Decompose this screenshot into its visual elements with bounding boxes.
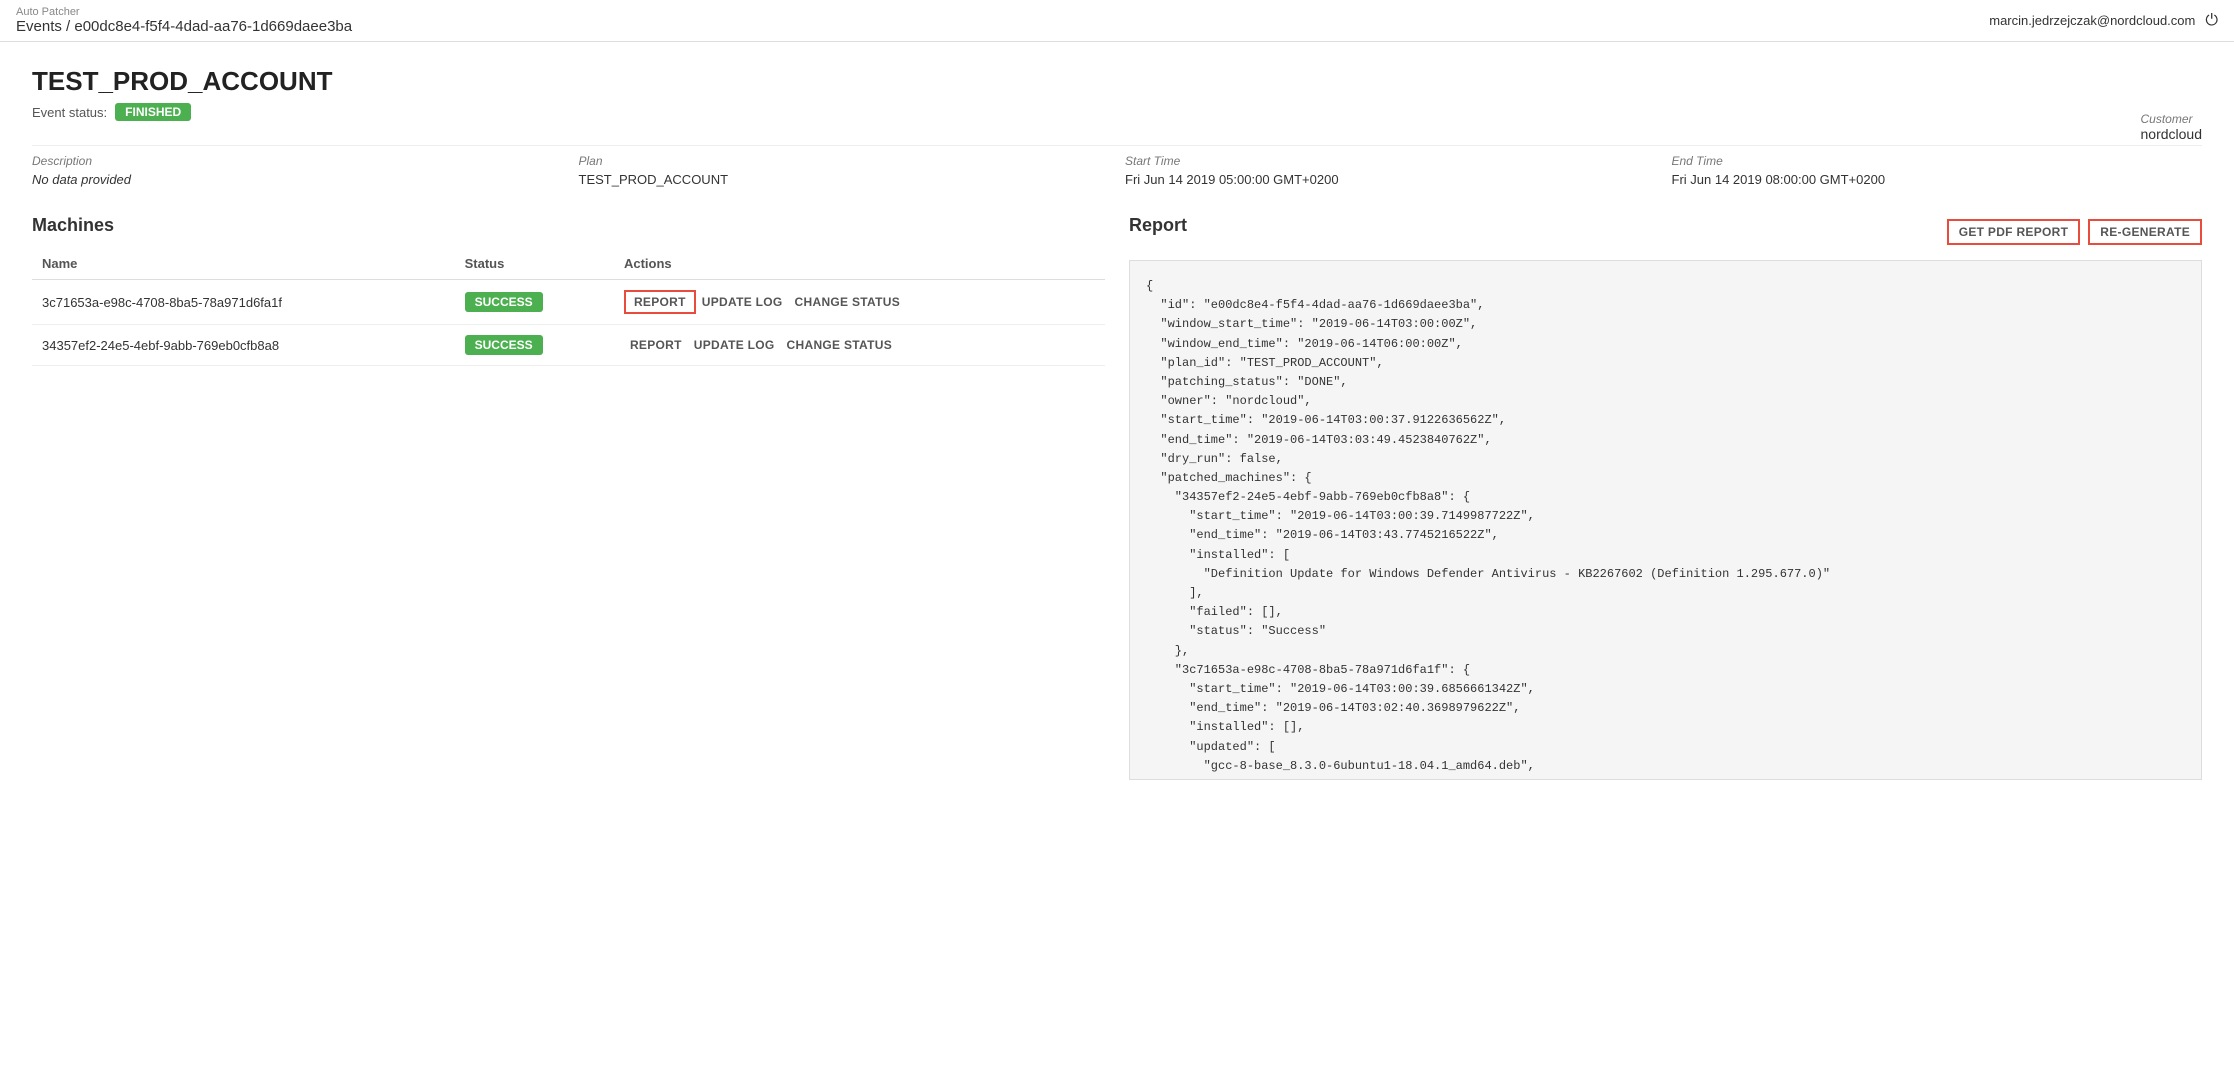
- change-status-button[interactable]: CHANGE STATUS: [781, 335, 898, 355]
- table-row: 34357ef2-24e5-4ebf-9abb-769eb0cfb8a8 SUCC…: [32, 325, 1105, 366]
- machines-table-header: Name Status Actions: [32, 248, 1105, 280]
- col-actions: Actions: [614, 248, 1105, 280]
- update-log-button[interactable]: UPDATE LOG: [696, 292, 789, 312]
- meta-row: Description No data provided Plan TEST_P…: [32, 145, 2202, 187]
- customer-label: Customer: [2141, 112, 2203, 126]
- customer-name: nordcloud: [2141, 126, 2203, 142]
- report-button[interactable]: REPORT: [624, 290, 696, 314]
- re-generate-button[interactable]: RE-GENERATE: [2088, 219, 2202, 245]
- table-row: 3c71653a-e98c-4708-8ba5-78a971d6fa1f SUCC…: [32, 280, 1105, 325]
- report-actions: GET PDF REPORT RE-GENERATE: [1947, 219, 2202, 245]
- start-time-value: Fri Jun 14 2019 05:00:00 GMT+0200: [1125, 172, 1339, 187]
- report-panel-title: Report: [1129, 215, 1187, 236]
- topbar: Auto Patcher Events / e00dc8e4-f5f4-4dad…: [0, 0, 2234, 42]
- machine-name: 34357ef2-24e5-4ebf-9abb-769eb0cfb8a8: [32, 325, 455, 366]
- machine-status: SUCCESS: [455, 280, 614, 325]
- report-header: Report GET PDF REPORT RE-GENERATE: [1129, 215, 2202, 248]
- header-section: TEST_PROD_ACCOUNT Event status: FINISHED: [32, 66, 2202, 121]
- meta-end-time: End Time Fri Jun 14 2019 08:00:00 GMT+02…: [1672, 154, 2203, 187]
- plan-value: TEST_PROD_ACCOUNT: [579, 172, 729, 187]
- change-status-button[interactable]: CHANGE STATUS: [789, 292, 906, 312]
- status-badge: FINISHED: [115, 103, 191, 121]
- report-button[interactable]: REPORT: [624, 335, 688, 355]
- report-code: { "id": "e00dc8e4-f5f4-4dad-aa76-1d669da…: [1129, 260, 2202, 780]
- breadcrumb: Events / e00dc8e4-f5f4-4dad-aa76-1d669da…: [16, 18, 352, 35]
- topbar-right: marcin.jedrzejczak@nordcloud.com ⏻: [1989, 12, 2218, 30]
- machine-actions: REPORTUPDATE LOGCHANGE STATUS: [614, 325, 1105, 366]
- machines-table: Name Status Actions 3c71653a-e98c-4708-8…: [32, 248, 1105, 366]
- meta-plan: Plan TEST_PROD_ACCOUNT: [579, 154, 1110, 187]
- page-title: TEST_PROD_ACCOUNT: [32, 66, 2202, 97]
- machine-name: 3c71653a-e98c-4708-8ba5-78a971d6fa1f: [32, 280, 455, 325]
- get-pdf-report-button[interactable]: GET PDF REPORT: [1947, 219, 2081, 245]
- status-badge: SUCCESS: [465, 292, 543, 312]
- event-status-label: Event status:: [32, 105, 107, 120]
- meta-description: Description No data provided: [32, 154, 563, 187]
- machines-panel: Machines Name Status Actions 3c71653a-e9…: [32, 215, 1105, 780]
- end-time-value: Fri Jun 14 2019 08:00:00 GMT+0200: [1672, 172, 1886, 187]
- description-value: No data provided: [32, 172, 131, 187]
- app-name: Auto Patcher: [16, 6, 352, 18]
- machine-actions: REPORTUPDATE LOGCHANGE STATUS: [614, 280, 1105, 325]
- machine-status: SUCCESS: [455, 325, 614, 366]
- col-status: Status: [455, 248, 614, 280]
- machines-panel-title: Machines: [32, 215, 1105, 236]
- user-email: marcin.jedrzejczak@nordcloud.com: [1989, 13, 2195, 28]
- customer-info: Customer nordcloud: [2141, 112, 2203, 142]
- power-icon[interactable]: ⏻: [2205, 12, 2218, 30]
- description-label: Description: [32, 154, 563, 168]
- col-name: Name: [32, 248, 455, 280]
- update-log-button[interactable]: UPDATE LOG: [688, 335, 781, 355]
- plan-label: Plan: [579, 154, 1110, 168]
- two-col-layout: Machines Name Status Actions 3c71653a-e9…: [32, 215, 2202, 780]
- start-time-label: Start Time: [1125, 154, 1656, 168]
- topbar-left: Auto Patcher Events / e00dc8e4-f5f4-4dad…: [16, 6, 352, 35]
- meta-start-time: Start Time Fri Jun 14 2019 05:00:00 GMT+…: [1125, 154, 1656, 187]
- event-status-row: Event status: FINISHED: [32, 103, 2202, 121]
- report-panel: Report GET PDF REPORT RE-GENERATE { "id"…: [1129, 215, 2202, 780]
- end-time-label: End Time: [1672, 154, 2203, 168]
- status-badge: SUCCESS: [465, 335, 543, 355]
